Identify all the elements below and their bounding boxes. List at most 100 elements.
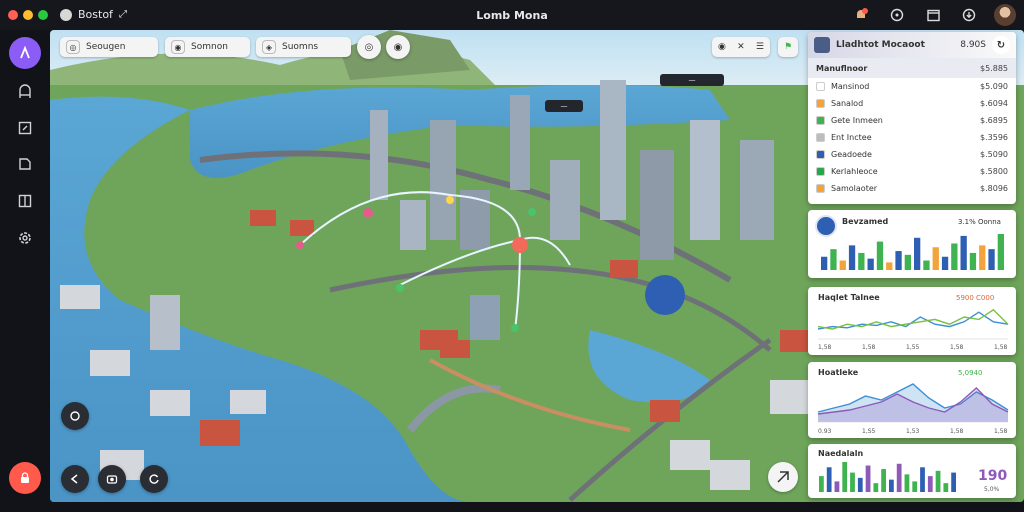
list-item[interactable]: Samolaoter $.8096 — [808, 180, 1016, 197]
compass-button[interactable]: ◎ — [357, 35, 381, 59]
record-button[interactable] — [9, 462, 41, 494]
app-name[interactable]: Bostof ⤢ — [60, 8, 127, 21]
bar — [858, 252, 865, 270]
list-item[interactable]: Sanalod $.6094 — [808, 95, 1016, 112]
compass-icon: ◎ — [364, 41, 374, 53]
round-tower — [645, 275, 685, 315]
route-icon — [19, 158, 31, 170]
list-item-value: $.6895 — [980, 116, 1008, 125]
list-item-label: Samolaoter — [831, 184, 878, 193]
bar-chart-panel: Bevzamed 3.1% Oonna — [808, 210, 1016, 278]
bar — [857, 477, 863, 492]
map-zoom-indicator[interactable] — [61, 402, 89, 430]
tick-label: 1,58 — [994, 428, 1008, 435]
bar — [997, 234, 1004, 270]
download-icon[interactable] — [958, 4, 980, 26]
bookmark-icon — [19, 84, 31, 98]
chart-title: Hoatleke — [818, 368, 859, 377]
camera-button[interactable] — [98, 465, 126, 493]
selected-row-value: $5.885 — [980, 63, 1008, 73]
menu-icon: ☰ — [755, 42, 764, 52]
list-item[interactable]: Kerlahleoce $.5800 — [808, 163, 1016, 180]
category-swatch-icon — [816, 116, 825, 125]
bar — [889, 479, 894, 492]
bar — [826, 467, 832, 492]
close-window-button[interactable] — [8, 10, 18, 20]
bar — [988, 249, 995, 270]
chart-value: 3.1% Oonna — [958, 218, 1001, 226]
list-item[interactable]: Gete Inmeen $.6895 — [808, 112, 1016, 129]
refresh-button[interactable] — [140, 465, 168, 493]
view-toggle[interactable]: ◉ ✕ ☰ — [712, 37, 770, 57]
maximize-window-button[interactable] — [38, 10, 48, 20]
bar — [830, 249, 837, 270]
panel-header: Lladhtot Mocaoot 8.90S ↻ — [808, 32, 1016, 58]
bar — [819, 476, 824, 492]
target-button[interactable]: ◉ — [386, 35, 410, 59]
help-icon[interactable] — [886, 4, 908, 26]
chart-title: Naedalaln — [818, 449, 864, 458]
bar — [821, 256, 828, 270]
filter-chip-seougen[interactable]: ◎ Seougen — [60, 37, 158, 57]
window-icon[interactable] — [922, 4, 944, 26]
layers-button[interactable] — [9, 185, 41, 217]
refresh-list-icon[interactable]: ↻ — [992, 36, 1010, 54]
flag-button[interactable]: ⚑ — [778, 37, 798, 57]
pin-icon: ◉ — [171, 40, 185, 54]
user-avatar[interactable] — [994, 4, 1016, 26]
notification-icon[interactable] — [850, 4, 872, 26]
settings-button[interactable] — [9, 222, 41, 254]
list-item[interactable]: Geadoede $.5090 — [808, 146, 1016, 163]
selected-row[interactable]: Manuflnoor $5.885 — [808, 58, 1016, 78]
location-icon: ◎ — [66, 40, 80, 54]
route-button[interactable] — [9, 148, 41, 180]
chart-value: 5900 C000 — [956, 294, 994, 302]
area-chart-panel: Hoatleke 5,0940 0.93 1,S5 1,53 1,58 1,58 — [808, 362, 1016, 438]
bar — [914, 237, 921, 270]
bar — [960, 235, 967, 270]
tick-label: 1,58 — [950, 344, 964, 351]
filter-chip-somnon[interactable]: ◉ Somnon — [165, 37, 250, 57]
back-button[interactable] — [61, 465, 89, 493]
bookmark-button[interactable] — [9, 76, 41, 108]
title-bar: Bostof ⤢ Lomb Mona — [0, 0, 1024, 30]
direction-icon — [777, 471, 789, 483]
map-label-top: — — [660, 74, 724, 86]
chart-title: Haqlet Talnee — [818, 293, 880, 302]
chart-value: 190 — [978, 468, 1007, 484]
bar — [941, 256, 949, 270]
category-swatch-icon — [816, 133, 825, 142]
refresh-icon — [149, 474, 159, 484]
list-item-value: $.5090 — [980, 150, 1008, 159]
list-item-label: Sanalod — [831, 99, 864, 108]
bar — [912, 481, 918, 492]
category-swatch-icon — [816, 184, 825, 193]
list-item[interactable]: Ent Inctee $.3596 — [808, 129, 1016, 146]
list-item[interactable]: Mansinod $5.090 — [808, 78, 1016, 95]
tick-label: 1,53 — [906, 428, 920, 435]
minimize-window-button[interactable] — [23, 10, 33, 20]
category-swatch-icon — [816, 99, 825, 108]
navigate-button[interactable] — [9, 37, 41, 69]
toolbar-icons — [850, 4, 1016, 26]
navigation-button[interactable] — [768, 462, 798, 492]
list-item-value: $.8096 — [980, 184, 1008, 193]
category-swatch-icon — [816, 150, 825, 159]
bar — [867, 258, 874, 270]
filter-chip-suomns[interactable]: ◈ Suomns — [256, 37, 351, 57]
search-icon — [70, 411, 80, 421]
tick-label: 1,58 — [862, 344, 876, 351]
bar — [979, 245, 986, 270]
area-chart: Hoatleke 5,0940 0.93 1,S5 1,53 1,58 1,58 — [817, 368, 1009, 435]
bar — [943, 483, 949, 492]
app-name-label: Bostof — [78, 8, 113, 21]
lock-icon — [21, 472, 29, 483]
bar — [969, 252, 977, 270]
list-item-label: Kerlahleoce — [831, 167, 878, 176]
record-dot-icon: ◉ — [718, 42, 726, 52]
bar — [850, 472, 855, 492]
clear-icon: ✕ — [737, 42, 745, 52]
edit-button[interactable] — [9, 112, 41, 144]
bar — [927, 476, 933, 492]
list-item-value: $.3596 — [980, 133, 1008, 142]
